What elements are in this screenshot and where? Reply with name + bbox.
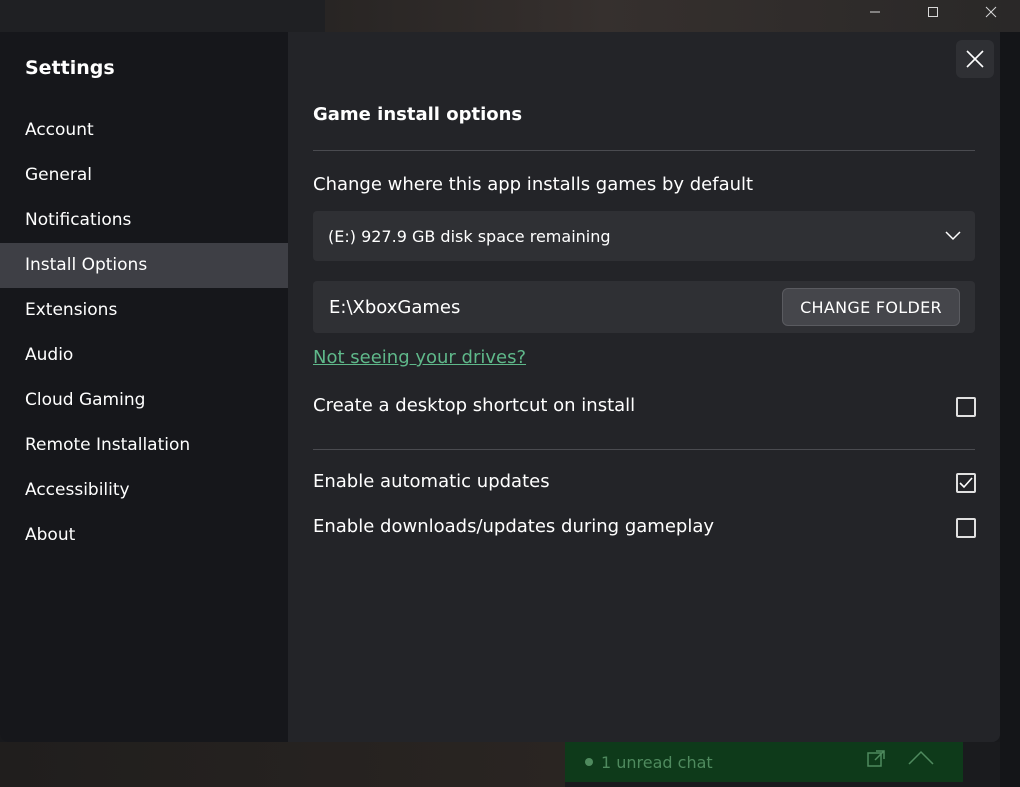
chat-label: 1 unread chat — [601, 752, 713, 772]
window-close-button[interactable] — [962, 0, 1020, 24]
gameplay-downloads-checkbox[interactable] — [956, 518, 976, 538]
minimize-button[interactable] — [846, 0, 904, 24]
auto-updates-checkbox[interactable] — [956, 473, 976, 493]
sidebar-item-install-options[interactable]: Install Options — [0, 243, 288, 288]
background-right-edge — [1000, 32, 1020, 787]
auto-updates-label: Enable automatic updates — [313, 471, 550, 492]
sidebar-item-accessibility[interactable]: Accessibility — [0, 468, 288, 513]
maximize-button[interactable] — [904, 0, 962, 24]
gameplay-downloads-label: Enable downloads/updates during gameplay — [313, 516, 715, 537]
drive-select[interactable]: (E:) 927.9 GB disk space remaining — [313, 211, 975, 261]
minimize-icon — [870, 11, 880, 13]
desktop-shortcut-label: Create a desktop shortcut on install — [313, 395, 636, 416]
section-divider — [313, 150, 975, 151]
settings-title: Settings — [25, 57, 115, 79]
sidebar-item-general[interactable]: General — [0, 153, 288, 198]
window-controls — [846, 0, 1020, 24]
close-icon — [966, 50, 984, 68]
settings-content: Game install options Change where this a… — [288, 32, 1000, 742]
sidebar-item-notifications[interactable]: Notifications — [0, 198, 288, 243]
desktop-shortcut-checkbox[interactable] — [956, 397, 976, 417]
sidebar-item-audio[interactable]: Audio — [0, 333, 288, 378]
install-location-label: Change where this app installs games by … — [313, 174, 754, 195]
background-header-left — [0, 0, 325, 32]
dialog-close-button[interactable] — [956, 40, 994, 78]
sidebar-item-cloud-gaming[interactable]: Cloud Gaming — [0, 378, 288, 423]
sidebar-item-extensions[interactable]: Extensions — [0, 288, 288, 333]
options-divider — [313, 449, 975, 450]
section-title: Game install options — [313, 104, 523, 125]
change-folder-button[interactable]: CHANGE FOLDER — [782, 288, 960, 326]
chat-icons — [865, 748, 935, 770]
settings-dialog: Settings Account General Notifications I… — [0, 32, 1000, 742]
drive-select-value: (E:) 927.9 GB disk space remaining — [328, 226, 611, 246]
close-icon — [985, 6, 997, 18]
maximize-icon — [928, 7, 938, 17]
chevron-up-icon[interactable] — [907, 748, 935, 770]
sidebar-item-about[interactable]: About — [0, 513, 288, 558]
install-folder-field: E:\XboxGames CHANGE FOLDER — [313, 281, 975, 333]
sidebar-item-account[interactable]: Account — [0, 108, 288, 153]
checkmark-icon — [959, 477, 973, 489]
chat-status-dot — [585, 758, 593, 766]
chevron-down-icon — [945, 231, 961, 241]
folder-path: E:\XboxGames — [329, 296, 461, 318]
settings-sidebar: Settings Account General Notifications I… — [0, 32, 288, 742]
popout-icon[interactable] — [865, 748, 887, 770]
background-bottom-image — [0, 742, 565, 787]
chat-bar[interactable]: 1 unread chat — [565, 742, 963, 782]
sidebar-item-remote-installation[interactable]: Remote Installation — [0, 423, 288, 468]
drives-help-link[interactable]: Not seeing your drives? — [313, 347, 526, 368]
